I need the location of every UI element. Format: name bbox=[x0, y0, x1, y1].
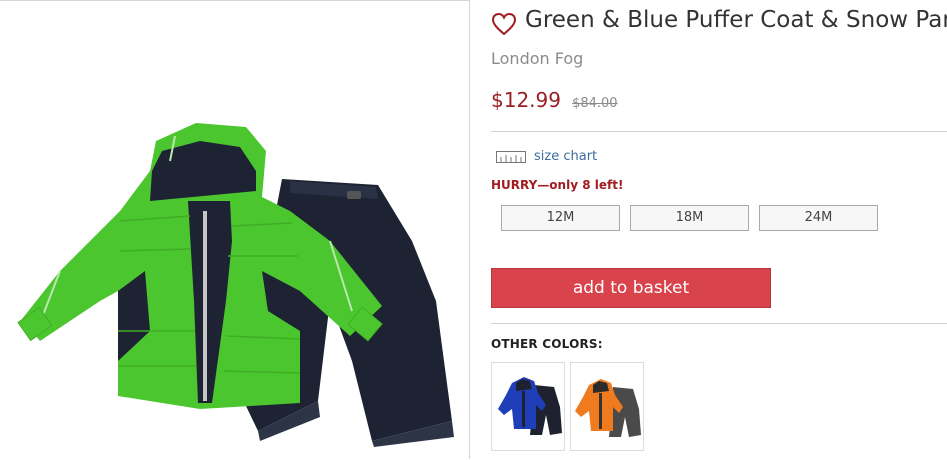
heart-icon[interactable] bbox=[491, 12, 517, 36]
original-price: $84.00 bbox=[572, 96, 618, 111]
size-chart-label[interactable]: size chart bbox=[534, 149, 597, 164]
size-option-12m[interactable]: 12M bbox=[501, 205, 620, 231]
swatch-image-orange bbox=[575, 379, 641, 437]
size-chart-link[interactable]: size chart bbox=[496, 149, 597, 164]
divider bbox=[491, 131, 947, 132]
divider bbox=[491, 323, 947, 324]
size-option-24m[interactable]: 24M bbox=[759, 205, 878, 231]
size-options: 12M 18M 24M bbox=[501, 205, 878, 231]
color-swatch-orange[interactable] bbox=[570, 362, 644, 451]
price-row: $12.99 $84.00 bbox=[491, 88, 618, 112]
puffer-coat bbox=[17, 123, 383, 409]
other-colors-label: OTHER COLORS: bbox=[491, 337, 603, 351]
size-option-18m[interactable]: 18M bbox=[630, 205, 749, 231]
ruler-icon bbox=[496, 150, 526, 163]
brand-name[interactable]: London Fog bbox=[491, 49, 583, 68]
title-row: Green & Blue Puffer Coat & Snow Pants bbox=[491, 5, 947, 37]
product-image-panel[interactable] bbox=[0, 0, 470, 459]
color-swatch-blue[interactable] bbox=[491, 362, 565, 451]
swatch-image-blue bbox=[498, 377, 562, 435]
add-to-basket-button[interactable]: add to basket bbox=[491, 268, 771, 308]
sale-price: $12.99 bbox=[491, 88, 561, 112]
color-swatches bbox=[491, 362, 644, 451]
product-title: Green & Blue Puffer Coat & Snow Pants bbox=[525, 7, 947, 33]
product-image[interactable] bbox=[0, 1, 470, 460]
stock-warning: HURRY—only 8 left! bbox=[491, 178, 624, 192]
